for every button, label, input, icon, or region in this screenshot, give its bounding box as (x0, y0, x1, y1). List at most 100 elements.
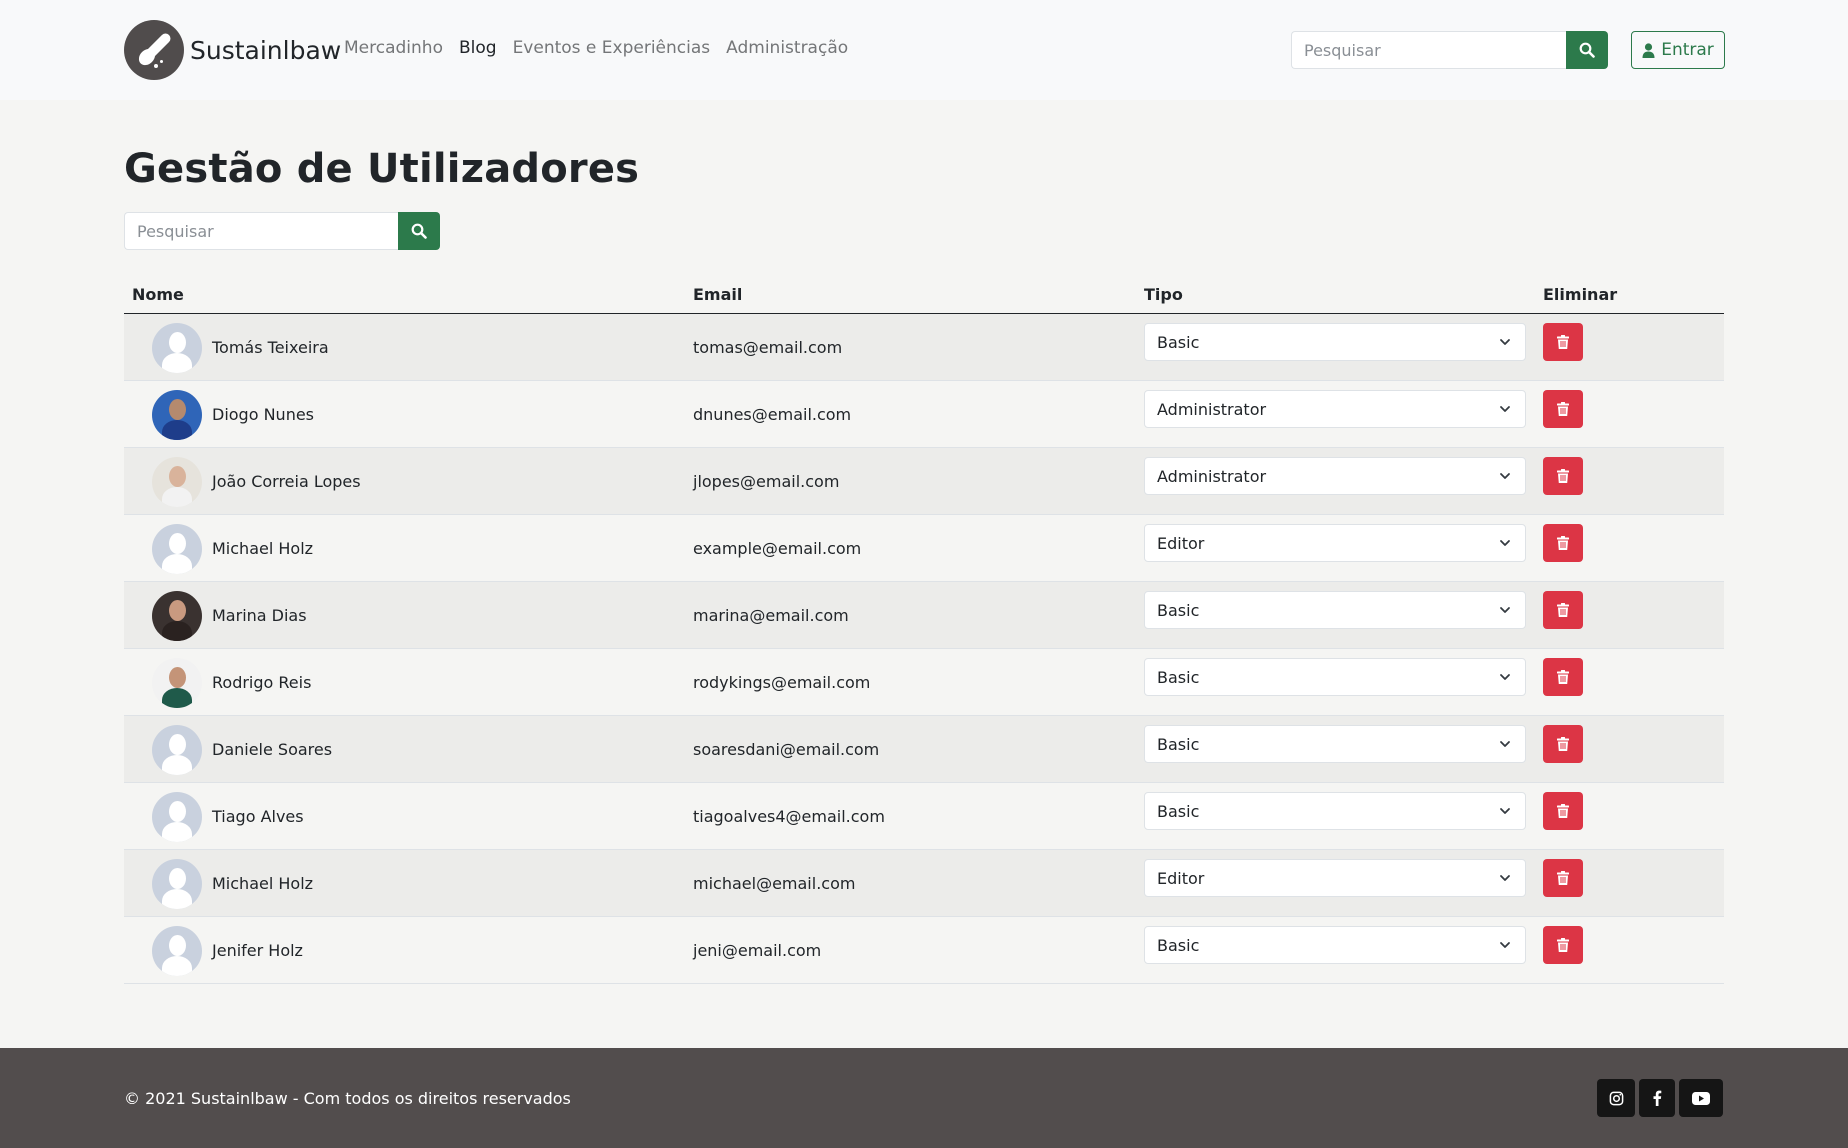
delete-user-button[interactable] (1543, 859, 1583, 897)
user-type-select[interactable]: Basic (1144, 658, 1526, 696)
delete-user-button[interactable] (1543, 725, 1583, 763)
brand[interactable]: Sustainlbaw (124, 20, 341, 80)
user-type-value: Basic (1157, 601, 1200, 620)
user-name: Tomás Teixeira (212, 338, 329, 357)
user-type-select[interactable]: Basic (1144, 792, 1526, 830)
user-type-select[interactable]: Basic (1144, 926, 1526, 964)
user-type-value: Editor (1157, 869, 1205, 888)
nav-link-mercadinho[interactable]: Mercadinho (344, 38, 443, 58)
users-search-button[interactable] (398, 212, 440, 250)
user-email: dnunes@email.com (693, 405, 852, 424)
user-type-value: Administrator (1157, 467, 1267, 486)
users-search: Pesquisar (124, 212, 440, 250)
users-table: Nome Email Tipo Eliminar Tomás Teixeira … (124, 276, 1724, 984)
table-row: Marina Dias marina@email.com Basic (124, 582, 1724, 649)
user-email: soaresdani@email.com (693, 740, 880, 759)
user-email: tiagoalves4@email.com (693, 807, 885, 826)
user-type-value: Basic (1157, 333, 1200, 352)
user-icon (1642, 42, 1655, 58)
user-name: Jenifer Holz (212, 941, 303, 960)
nav-link-blog[interactable]: Blog (459, 38, 497, 58)
chevron-down-icon (1500, 741, 1510, 747)
user-name: Diogo Nunes (212, 405, 315, 424)
navbar-search-input[interactable]: Pesquisar (1291, 31, 1566, 69)
chevron-down-icon (1500, 473, 1510, 479)
user-name: Michael Holz (212, 539, 314, 558)
delete-user-button[interactable] (1543, 390, 1583, 428)
user-email: marina@email.com (693, 606, 849, 625)
youtube-button[interactable] (1679, 1079, 1723, 1117)
delete-user-button[interactable] (1543, 792, 1583, 830)
column-header-eliminar: Eliminar (1543, 285, 1618, 304)
user-type-select[interactable]: Administrator (1144, 390, 1526, 428)
delete-user-button[interactable] (1543, 926, 1583, 964)
nav-link-eventos[interactable]: Eventos e Experiências (513, 38, 711, 58)
avatar (152, 926, 202, 976)
user-name: Marina Dias (212, 606, 307, 625)
user-name: João Correia Lopes (212, 472, 361, 491)
user-email: tomas@email.com (693, 338, 843, 357)
avatar (152, 457, 202, 507)
delete-user-button[interactable] (1543, 323, 1583, 361)
navbar-search-button[interactable] (1566, 31, 1608, 69)
user-type-select[interactable]: Basic (1144, 323, 1526, 361)
user-type-select[interactable]: Editor (1144, 859, 1526, 897)
column-header-email: Email (693, 285, 743, 304)
user-type-value: Basic (1157, 802, 1200, 821)
user-type-select[interactable]: Basic (1144, 725, 1526, 763)
user-type-select[interactable]: Editor (1144, 524, 1526, 562)
trash-icon (1557, 469, 1569, 483)
trash-icon (1557, 871, 1569, 885)
user-type-select[interactable]: Administrator (1144, 457, 1526, 495)
user-type-value: Editor (1157, 534, 1205, 553)
nav-links: Mercadinho Blog Eventos e Experiências A… (344, 38, 848, 58)
user-type-select[interactable]: Basic (1144, 591, 1526, 629)
chevron-down-icon (1500, 942, 1510, 948)
user-type-value: Administrator (1157, 400, 1267, 419)
users-search-input[interactable]: Pesquisar (124, 212, 398, 250)
delete-user-button[interactable] (1543, 591, 1583, 629)
user-name: Tiago Alves (212, 807, 304, 826)
instagram-button[interactable] (1597, 1079, 1635, 1117)
nav-link-administracao[interactable]: Administração (726, 38, 848, 58)
column-header-nome: Nome (132, 285, 184, 304)
table-row: Tiago Alves tiagoalves4@email.com Basic (124, 783, 1724, 850)
trash-icon (1557, 335, 1569, 349)
user-email: example@email.com (693, 539, 862, 558)
footer: © 2021 Sustainlbaw - Com todos os direit… (0, 1048, 1848, 1148)
chevron-down-icon (1500, 808, 1510, 814)
delete-user-button[interactable] (1543, 658, 1583, 696)
table-row: Michael Holz example@email.com Editor (124, 515, 1724, 582)
avatar (152, 591, 202, 641)
chevron-down-icon (1500, 339, 1510, 345)
facebook-button[interactable] (1639, 1079, 1675, 1117)
avatar (152, 658, 202, 708)
avatar (152, 859, 202, 909)
table-row: João Correia Lopes jlopes@email.com Admi… (124, 448, 1724, 515)
login-button[interactable]: Entrar (1631, 31, 1725, 69)
trash-icon (1557, 737, 1569, 751)
user-email: jlopes@email.com (693, 472, 840, 491)
trash-icon (1557, 603, 1569, 617)
login-label: Entrar (1661, 40, 1714, 60)
footer-copyright: © 2021 Sustainlbaw - Com todos os direit… (124, 1089, 571, 1108)
facebook-icon (1653, 1090, 1662, 1106)
search-icon (1579, 42, 1595, 58)
delete-user-button[interactable] (1543, 524, 1583, 562)
page-title: Gestão de Utilizadores (124, 146, 640, 192)
user-name: Michael Holz (212, 874, 314, 893)
delete-user-button[interactable] (1543, 457, 1583, 495)
youtube-icon (1692, 1091, 1710, 1105)
user-name: Daniele Soares (212, 740, 333, 759)
search-icon (411, 223, 427, 239)
chevron-down-icon (1500, 540, 1510, 546)
social-links (1597, 1079, 1723, 1117)
table-row: Rodrigo Reis rodykings@email.com Basic (124, 649, 1724, 716)
trash-icon (1557, 670, 1569, 684)
navbar: Sustainlbaw Mercadinho Blog Eventos e Ex… (0, 0, 1848, 100)
table-row: Michael Holz michael@email.com Editor (124, 850, 1724, 917)
user-email: michael@email.com (693, 874, 856, 893)
trash-icon (1557, 938, 1569, 952)
avatar (152, 524, 202, 574)
table-row: Diogo Nunes dnunes@email.com Administrat… (124, 381, 1724, 448)
